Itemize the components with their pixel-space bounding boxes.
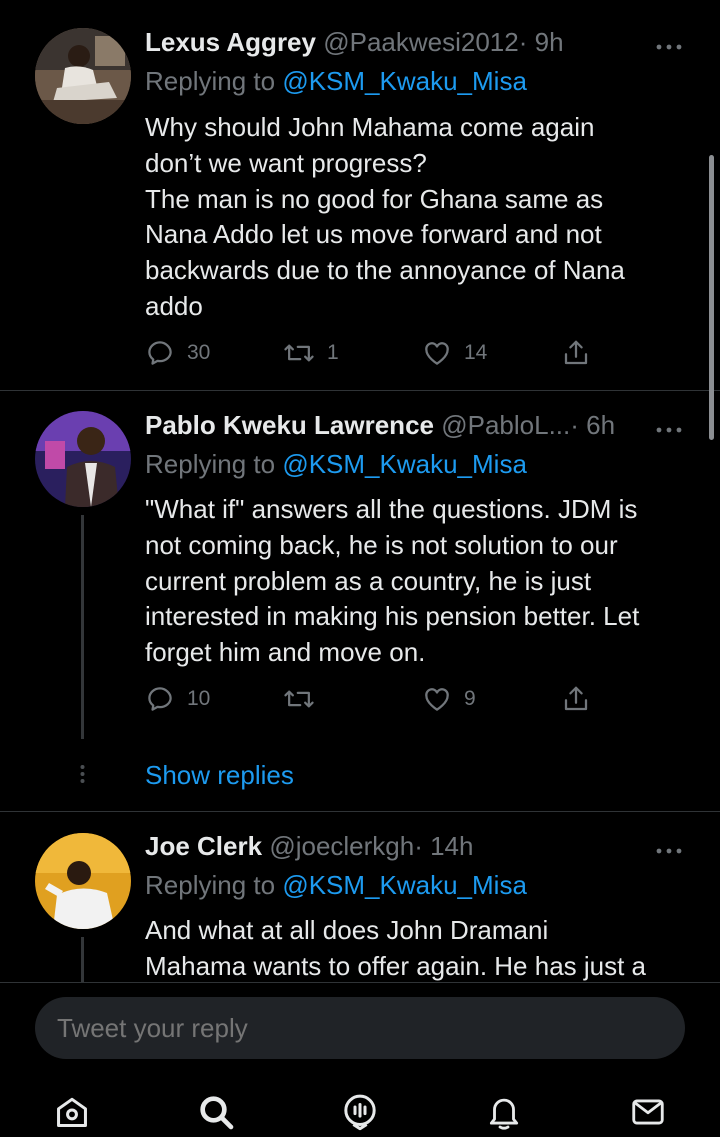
tweet-line: backwards due to the annoyance of Nana [145,255,625,286]
tweet-lexus-aggrey[interactable]: Lexus Aggrey @Paakwesi2012· 9h Replying … [0,0,720,391]
share-button[interactable] [561,682,591,716]
tweet-header: Lexus Aggrey @Paakwesi2012· 9h [145,25,564,59]
show-replies-link[interactable]: Show replies [145,758,294,792]
more-icon[interactable] [656,38,682,50]
like-count: 14 [464,341,488,364]
tweet-line: Mahama wants to offer again. He has just… [145,950,647,981]
tweet-time: · 14h [414,831,474,861]
spaces-icon[interactable] [338,1090,382,1134]
home-icon[interactable] [50,1090,94,1134]
author-handle[interactable]: @joeclerkgh [269,831,414,861]
tweet-text: And what at all does John Dramani Mahama… [145,913,705,985]
thread-line [81,515,84,739]
tweet-line: And what at all does John Dramani [145,915,549,945]
thread-dots-icon [80,764,85,784]
retweet-button[interactable]: 1 [283,336,339,370]
replying-to: Replying to @KSM_Kwaku_Misa [145,64,527,98]
tweet-text: Why should John Mahama come again don’t … [145,110,695,325]
avatar[interactable] [35,411,131,507]
like-count: 9 [464,687,476,710]
scrollbar[interactable] [709,155,714,440]
reply-count: 30 [187,341,211,364]
replying-to: Replying to @KSM_Kwaku_Misa [145,868,527,902]
heart-icon [425,688,449,711]
heart-icon [425,342,449,365]
tweet-header: Joe Clerk @joeclerkgh· 14h [145,829,473,863]
tweet-line: Nana Addo let us move forward and not [145,219,602,250]
tweet-line: not coming back, he is not solution to o… [145,529,618,560]
retweet-icon [284,344,314,362]
reply-icon [148,687,172,711]
notifications-icon[interactable] [482,1090,526,1134]
share-button[interactable] [561,336,591,370]
search-icon[interactable] [194,1090,238,1134]
tweet-line: addo [145,290,203,321]
tweet-text: "What if" answers all the questions. JDM… [145,492,705,671]
tweet-actions: 30 1 14 [145,336,595,370]
tweet-time: · 6h [570,410,616,440]
author-handle[interactable]: @Paakwesi2012 [323,27,519,57]
tweet-line: "What if" answers all the questions. JDM… [145,494,638,524]
reply-count: 10 [187,687,211,710]
replying-prefix: Replying to [145,449,283,479]
messages-icon[interactable] [626,1090,670,1134]
retweet-button[interactable] [283,682,327,716]
tweet-line: don’t we want progress? [145,147,427,178]
author-name[interactable]: Lexus Aggrey [145,27,316,57]
tweet-line: forget him and move on. [145,637,426,668]
reply-input[interactable] [35,997,685,1059]
replying-to: Replying to @KSM_Kwaku_Misa [145,447,527,481]
tweet-header: Pablo Kweku Lawrence @PabloL...· 6h [145,408,615,442]
tweet-line: Why should John Mahama come again [145,112,595,142]
reply-composer [0,982,720,1070]
replying-handle-link[interactable]: @KSM_Kwaku_Misa [282,66,527,96]
tweet-pablo-kweku-lawrence[interactable]: Pablo Kweku Lawrence @PabloL...· 6h Repl… [0,391,720,812]
tweet-line: interested in making his pension better.… [145,601,640,632]
author-name[interactable]: Joe Clerk [145,831,262,861]
reply-button[interactable]: 30 [145,336,210,370]
tweet-line: The man is no good for Ghana same as [145,183,604,214]
retweet-count: 1 [327,341,339,364]
retweet-icon [284,690,314,708]
avatar[interactable] [35,833,131,929]
like-button[interactable]: 14 [422,336,487,370]
more-icon[interactable] [656,842,682,854]
more-icon[interactable] [656,421,682,433]
share-icon [564,340,588,365]
replying-prefix: Replying to [145,870,283,900]
author-name[interactable]: Pablo Kweku Lawrence [145,410,434,440]
replying-prefix: Replying to [145,66,283,96]
tweet-line: current problem as a country, he is just [145,565,592,596]
tweet-actions: 10 9 [145,682,595,716]
author-handle[interactable]: @PabloL... [441,410,570,440]
thread-line [81,937,84,982]
replying-handle-link[interactable]: @KSM_Kwaku_Misa [282,870,527,900]
replying-handle-link[interactable]: @KSM_Kwaku_Misa [282,449,527,479]
reply-icon [148,341,172,365]
avatar[interactable] [35,28,131,124]
bottom-tab-bar [0,1070,720,1137]
share-icon [564,686,588,711]
reply-button[interactable]: 10 [145,682,210,716]
tweet-time: · 9h [518,27,564,57]
tweet-joe-clerk[interactable]: Joe Clerk @joeclerkgh· 14h Replying to @… [0,812,720,982]
like-button[interactable]: 9 [422,682,476,716]
